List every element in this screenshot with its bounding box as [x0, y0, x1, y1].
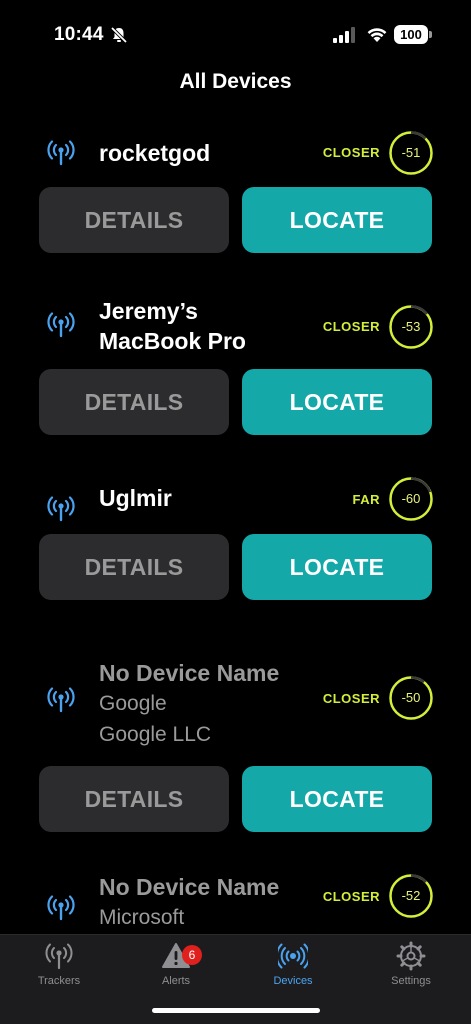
antenna-icon	[47, 687, 75, 713]
battery-indicator: 100	[394, 25, 428, 44]
device-card: No Device Name Google Google LLC CLOSER …	[0, 656, 471, 870]
device-vendor: Microsoft	[99, 906, 185, 929]
proximity-label: CLOSER	[322, 889, 380, 904]
device-name: Uglmir	[99, 485, 172, 511]
details-button[interactable]: DETAILS	[39, 187, 229, 253]
device-name: No Device Name	[99, 874, 280, 900]
locate-button[interactable]: LOCATE	[242, 187, 432, 253]
details-button[interactable]: DETAILS	[39, 369, 229, 435]
device-names: Uglmir	[99, 483, 172, 513]
tab-label: Devices	[273, 975, 313, 987]
device-name: No Device Name	[99, 660, 280, 686]
details-button[interactable]: DETAILS	[39, 766, 229, 832]
device-names: No Device Name Google Google LLC	[99, 658, 279, 750]
device-manufacturer: Google LLC	[99, 723, 212, 746]
proximity-label: CLOSER	[322, 145, 380, 160]
device-card: Uglmir FAR -60 DETAILS LOCATE	[0, 473, 471, 656]
device-names: rocketgod	[99, 138, 210, 168]
antenna-icon	[47, 312, 75, 338]
rssi-value: -53	[401, 319, 421, 334]
rssi-value: -51	[401, 145, 421, 160]
tab-devices[interactable]: Devices	[243, 941, 343, 997]
status-time: 10:44	[54, 24, 104, 45]
rssi-value: -60	[401, 491, 421, 506]
locate-button[interactable]: LOCATE	[242, 766, 432, 832]
tab-label: Settings	[391, 975, 431, 987]
device-names: Jeremy’s MacBook Pro	[99, 296, 246, 356]
device-card: Jeremy’s MacBook Pro CLOSER -53 DETAILS …	[0, 290, 471, 473]
device-name: rocketgod	[99, 140, 211, 166]
bell-off-icon	[110, 26, 128, 44]
device-card: No Device Name Microsoft CLOSER -52 DETA…	[0, 870, 471, 934]
tab-trackers[interactable]: Trackers	[9, 941, 109, 997]
antenna-icon	[45, 943, 73, 970]
broadcast-icon	[278, 943, 308, 969]
cellular-signal-icon	[333, 27, 355, 43]
proximity-label: FAR	[352, 492, 380, 507]
gear-icon	[396, 941, 426, 971]
alerts-badge: 6	[182, 945, 202, 965]
wifi-icon	[367, 28, 387, 42]
rssi-value: -52	[401, 888, 421, 903]
device-names: No Device Name Microsoft	[99, 872, 279, 933]
device-name-line2: MacBook Pro	[99, 328, 246, 354]
locate-button[interactable]: LOCATE	[242, 534, 432, 600]
tab-alerts[interactable]: 6 Alerts	[126, 941, 226, 997]
device-name: Jeremy’s	[99, 298, 198, 324]
tab-label: Alerts	[161, 975, 191, 987]
antenna-icon	[47, 140, 75, 166]
details-button[interactable]: DETAILS	[39, 534, 229, 600]
battery-tip	[429, 31, 432, 38]
proximity-label: CLOSER	[322, 319, 380, 334]
proximity-label: CLOSER	[322, 691, 380, 706]
page-title: All Devices	[179, 70, 292, 93]
antenna-icon	[47, 895, 75, 921]
device-list[interactable]: rocketgod CLOSER -51 DETAILS LOCATE Jere…	[0, 108, 471, 934]
locate-button[interactable]: LOCATE	[242, 369, 432, 435]
tab-settings[interactable]: Settings	[361, 941, 461, 997]
home-indicator[interactable]	[152, 1008, 320, 1013]
rssi-value: -50	[401, 690, 421, 705]
device-vendor: Google	[99, 692, 167, 715]
tab-label: Trackers	[37, 975, 81, 987]
status-bar: 10:44 100	[0, 0, 471, 70]
antenna-icon	[47, 496, 75, 522]
device-card: rocketgod CLOSER -51 DETAILS LOCATE	[0, 108, 471, 290]
